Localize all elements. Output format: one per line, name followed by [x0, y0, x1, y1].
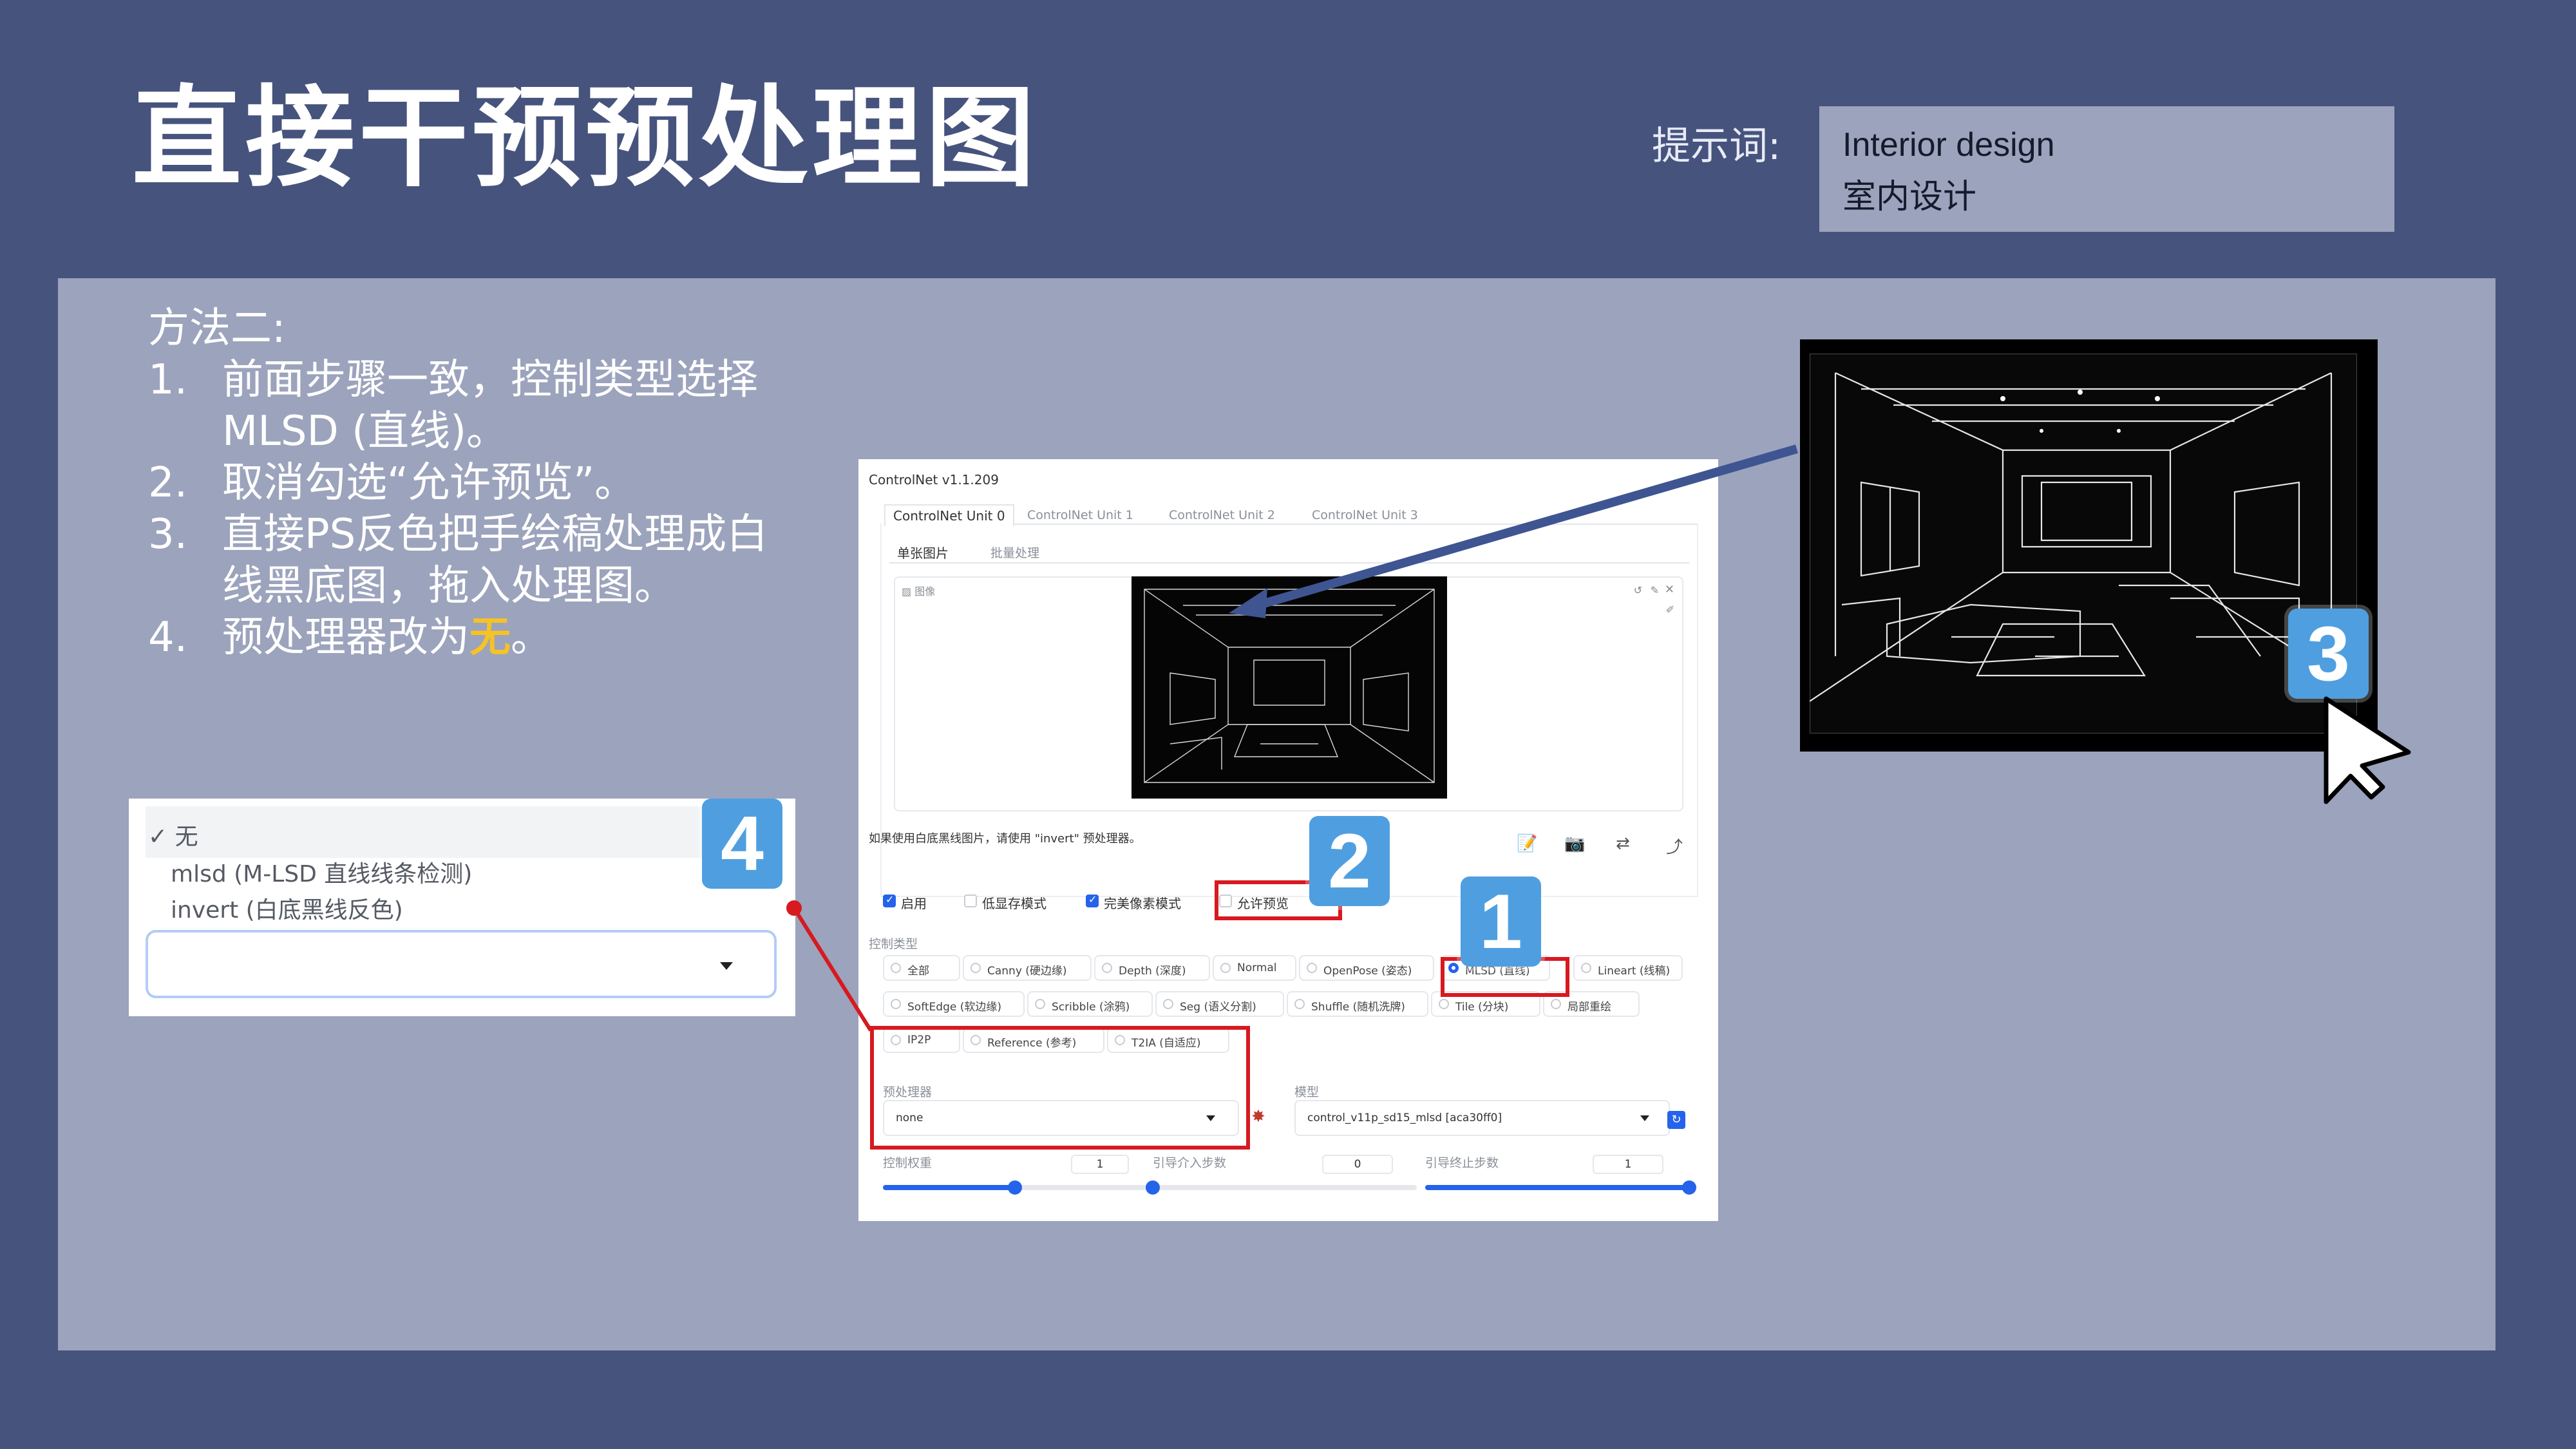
- arrow-head: [1229, 588, 1267, 618]
- connector-dot: [786, 900, 802, 916]
- annotation-arrows: [786, 444, 2411, 1032]
- connector-line: [792, 907, 873, 1032]
- mouse-cursor-icon: [2324, 696, 2411, 804]
- arrow-line: [1245, 444, 1798, 613]
